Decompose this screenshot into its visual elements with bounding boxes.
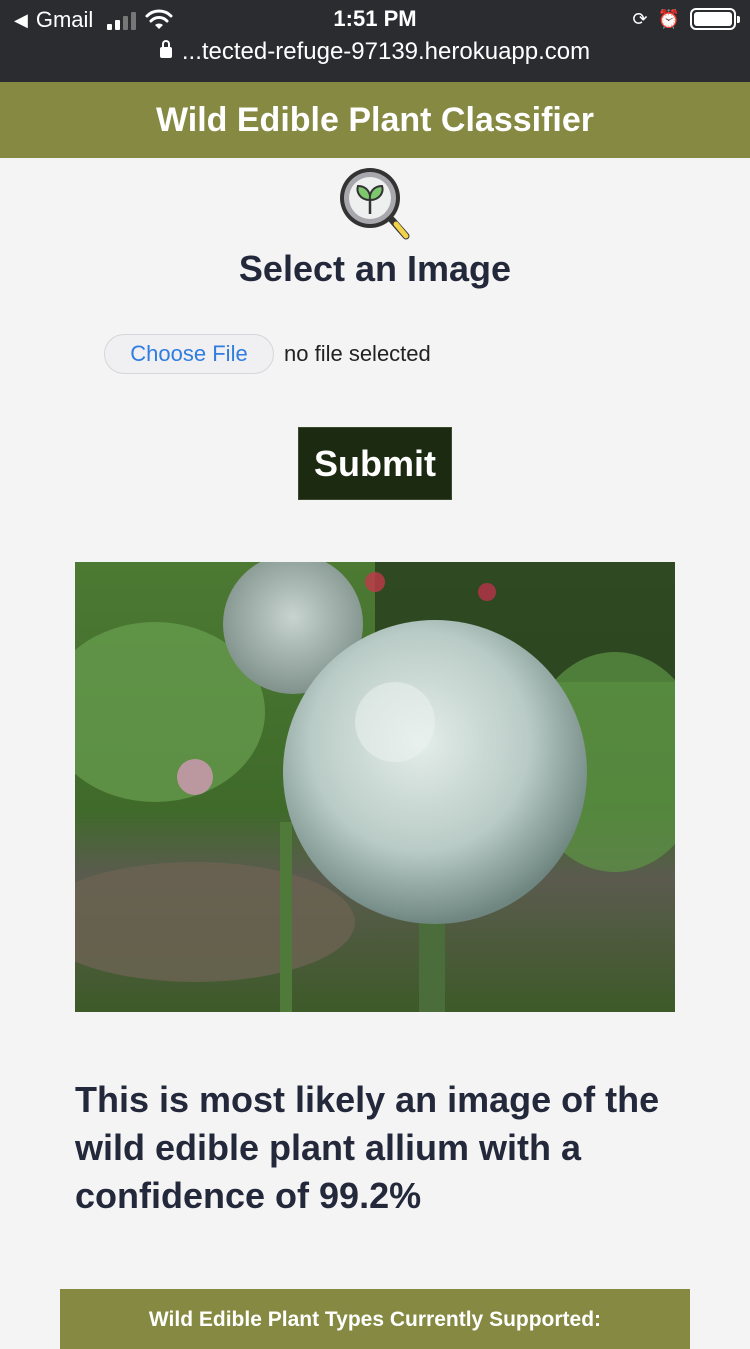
address-bar[interactable]: ...tected-refuge-97139.herokuapp.com xyxy=(0,38,750,66)
choose-file-button[interactable]: Choose File xyxy=(104,334,274,374)
battery-icon xyxy=(690,8,740,30)
alarm-icon: ⏰ xyxy=(657,8,680,29)
classification-result: This is most likely an image of the wild… xyxy=(75,1079,660,1216)
lock-icon xyxy=(159,40,172,58)
supported-types-panel: Wild Edible Plant Types Currently Suppor… xyxy=(60,1289,690,1349)
submit-button[interactable]: Submit xyxy=(298,427,452,500)
app-header: Wild Edible Plant Classifier xyxy=(0,82,750,158)
file-status-text: no file selected xyxy=(284,341,431,366)
file-input: Choose File no file selected xyxy=(104,334,431,374)
select-image-heading: Select an Image xyxy=(238,248,512,289)
plant-magnifier-icon xyxy=(340,168,410,240)
url-text: ...tected-refuge-97139.herokuapp.com xyxy=(181,38,591,65)
rotation-lock-icon: ⟳ xyxy=(632,8,648,29)
uploaded-plant-photo xyxy=(75,562,675,1012)
supported-types-title: Wild Edible Plant Types Currently Suppor… xyxy=(148,1308,602,1331)
app-title: Wild Edible Plant Classifier xyxy=(155,101,594,139)
ios-status-bar: ◀ Gmail 1:51 PM ⟳ ⏰ ...tected-refuge-971… xyxy=(0,0,750,82)
